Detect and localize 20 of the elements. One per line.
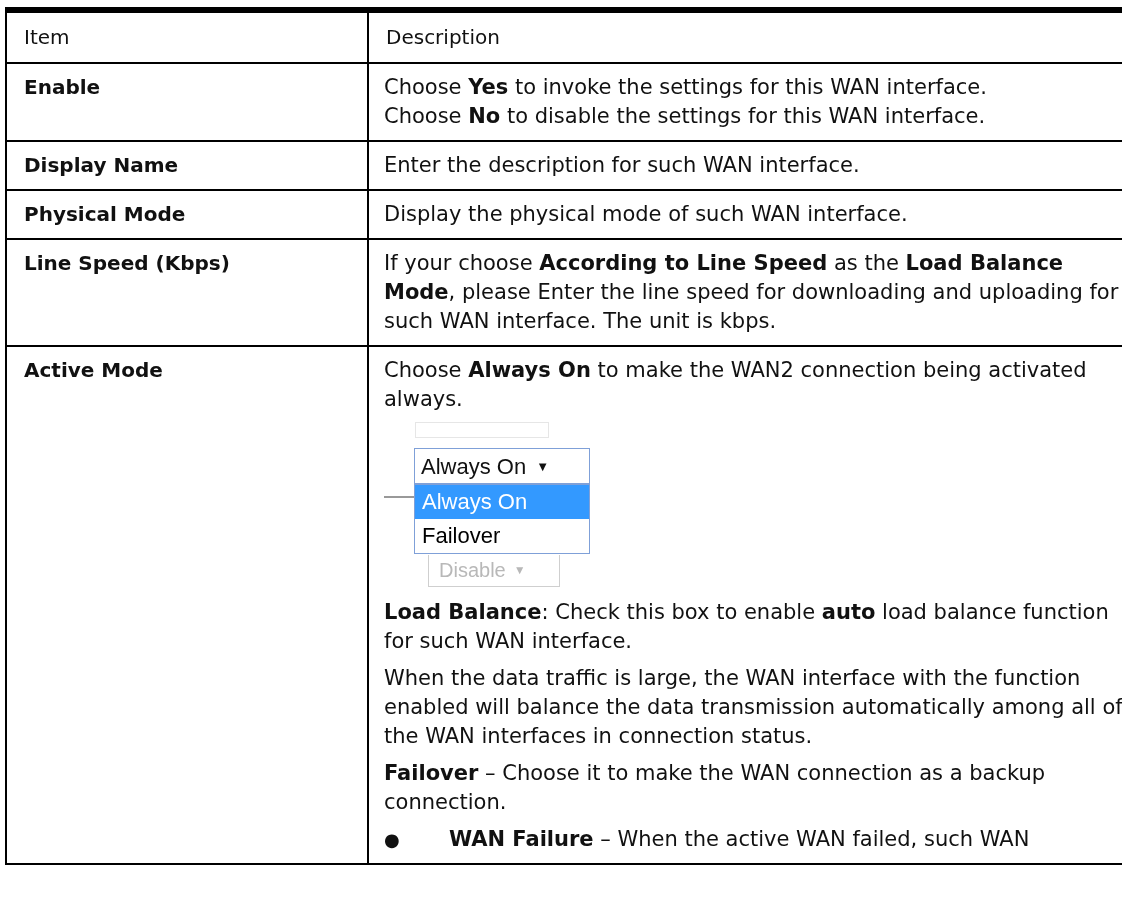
item-label: Line Speed (Kbps) (24, 251, 230, 275)
description-text: Failover – Choose it to make the WAN connection as a backup connection. (384, 760, 1047, 816)
dropdown-select[interactable]: Always On ▼ (414, 448, 590, 484)
bullet-icon: ● (384, 825, 449, 854)
column-header: Item (7, 13, 369, 62)
description-text: WAN Failure – When the active WAN failed, such WAN (449, 826, 1030, 853)
description-text: Display the physical mode of such WAN interface. (384, 201, 909, 228)
description-text: Choose Yes to invoke the settings for this WAN interface. (384, 74, 988, 101)
divider-line (384, 496, 414, 498)
column-header: Description (385, 24, 501, 51)
description-text: Choose No to disable the settings for this WAN interface. (384, 103, 987, 130)
description-text: Load Balance: Check this box to enable auto load balance function for such WAN interface. (384, 599, 1110, 655)
description-text: Enter the description for such WAN interface. (384, 152, 861, 179)
item-label: Enable (24, 75, 101, 99)
item-label: Active Mode (24, 358, 163, 382)
description-text: Choose Always On to make the WAN2 connection being activated always. (384, 357, 1088, 413)
item-label: Display Name (24, 153, 179, 177)
input-field[interactable] (415, 422, 549, 438)
description-text: If your choose According to Line Speed as the Load Balance Mode, please Enter the line speed for downloading and uploading for such WAN interface. The unit is kbps. (384, 250, 1120, 335)
item-label: Physical Mode (24, 202, 186, 226)
